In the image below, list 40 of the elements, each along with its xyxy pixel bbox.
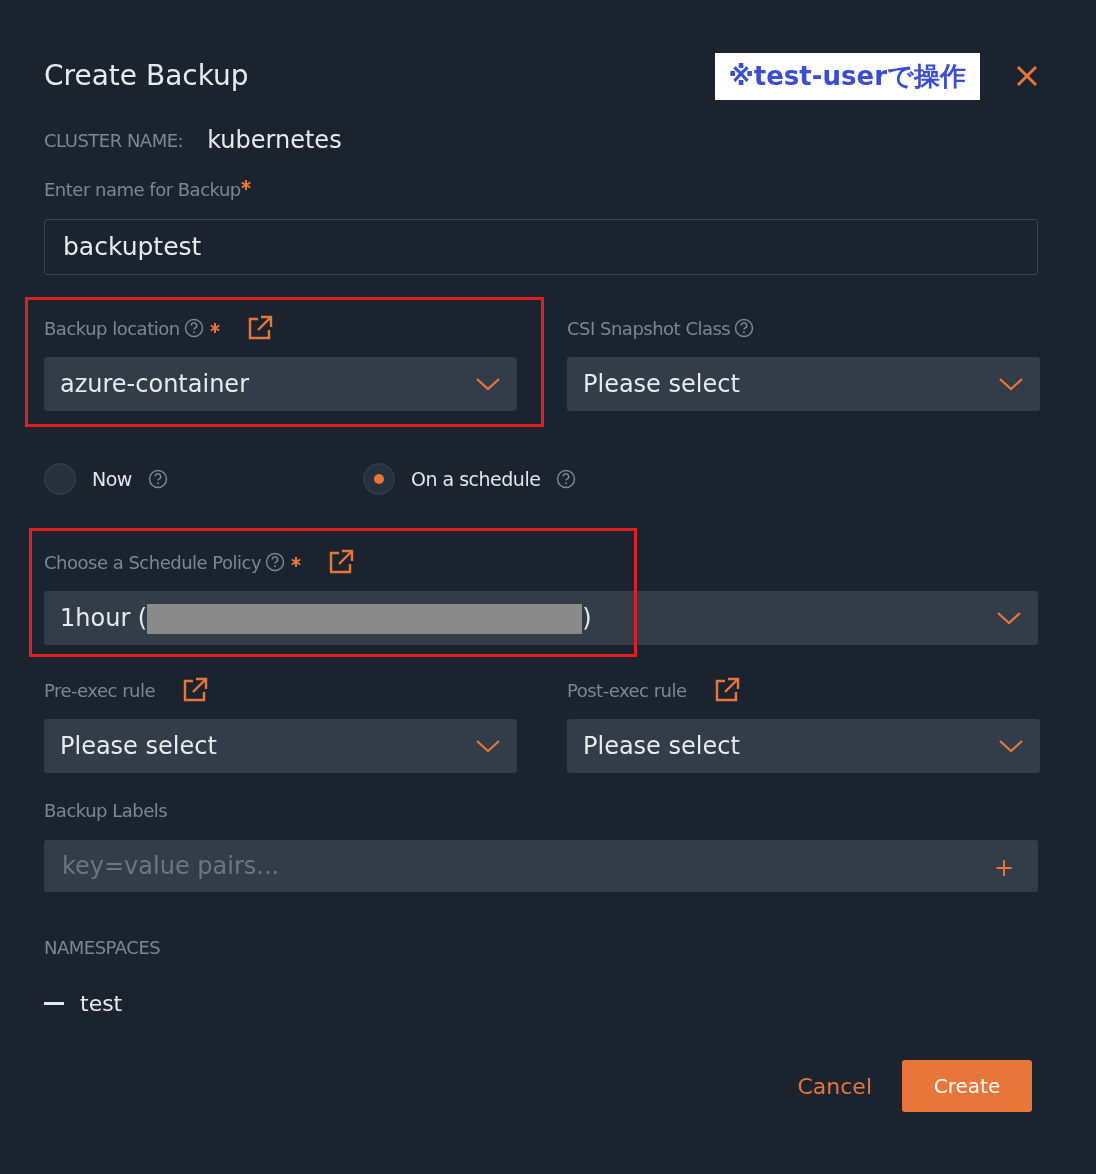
close-icon[interactable]	[1016, 65, 1038, 87]
radio-label: Now	[92, 466, 132, 492]
section-label: NAMESPACES	[44, 936, 162, 960]
chevron-down-icon[interactable]	[475, 738, 501, 754]
field-label: CSI Snapshot Class	[567, 316, 731, 341]
help-icon[interactable]	[734, 318, 755, 338]
name-input-field[interactable]: backuptest	[44, 219, 1038, 275]
select-field[interactable]: Please select	[44, 719, 517, 773]
help-icon[interactable]	[183, 318, 204, 338]
cluster-label: CLUSTER NAME:	[44, 128, 184, 153]
select-value: 1hour (	[60, 604, 148, 632]
dialog-title: Create Backup	[44, 58, 249, 94]
cancel-button[interactable]: Cancel	[791, 1068, 878, 1104]
radio-label: On a schedule	[411, 466, 541, 492]
help-icon[interactable]	[556, 469, 577, 489]
add-button[interactable]: +	[993, 850, 1014, 886]
field-label: Enter name for Backup	[44, 178, 241, 202]
field-label: Backup location	[44, 316, 180, 341]
cluster-name: kubernetes	[207, 125, 342, 156]
chevron-down-icon[interactable]	[998, 738, 1024, 754]
select-field[interactable]: Please select	[567, 357, 1040, 411]
select-field[interactable]: 1hour ( )	[44, 591, 1038, 645]
field-label: Pre-exec rule	[44, 678, 156, 703]
select-field[interactable]: azure-container	[44, 357, 517, 411]
radio-button[interactable]	[363, 463, 395, 495]
namespace-name: test	[80, 990, 123, 1018]
select-value: )	[582, 604, 592, 632]
field-label: Choose a Schedule Policy	[44, 550, 262, 575]
external-link-icon[interactable]	[327, 548, 356, 576]
chevron-down-icon[interactable]	[475, 376, 501, 392]
help-icon[interactable]	[265, 552, 286, 572]
select-field[interactable]: Please select	[567, 719, 1040, 773]
field-label: Post-exec rule	[567, 678, 687, 703]
field-label: Backup Labels	[44, 799, 169, 823]
radio-button[interactable]	[44, 463, 76, 495]
external-link-icon[interactable]	[181, 676, 210, 704]
annotation-note: ※test-userで操作	[714, 52, 980, 100]
chevron-down-icon[interactable]	[996, 610, 1022, 626]
help-icon[interactable]	[147, 469, 168, 489]
chevron-down-icon[interactable]	[998, 376, 1024, 392]
